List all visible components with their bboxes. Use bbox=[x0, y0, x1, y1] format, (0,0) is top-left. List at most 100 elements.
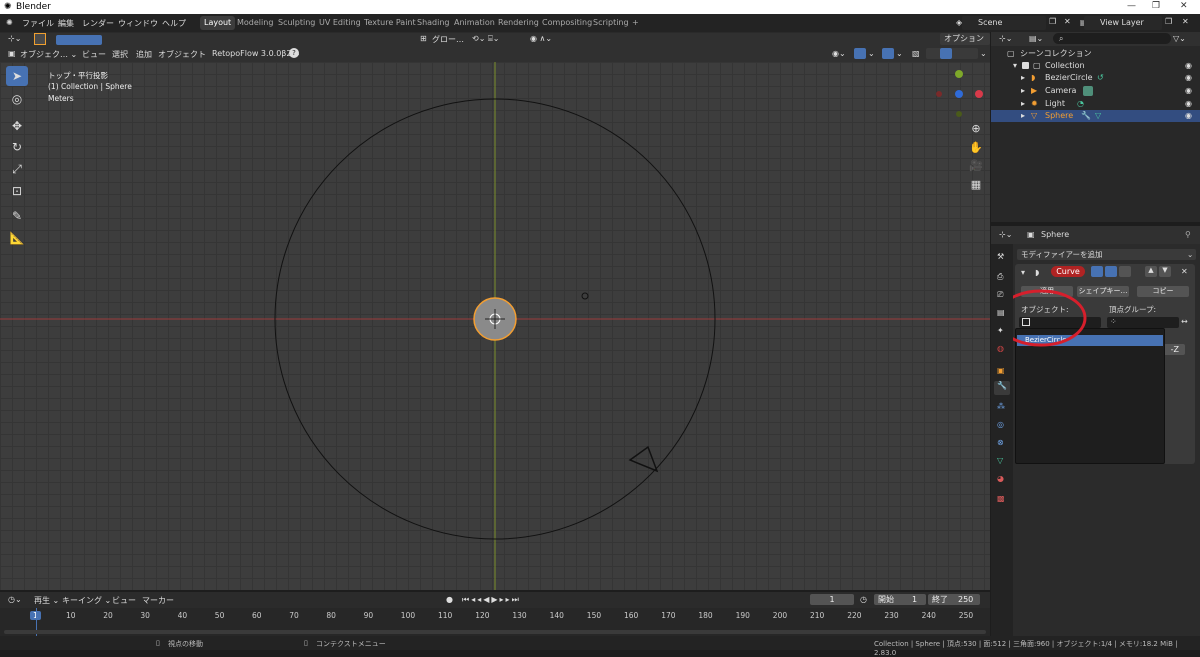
move-down-icon[interactable]: ▼ bbox=[1159, 266, 1171, 277]
timeline-scrollbar[interactable] bbox=[4, 630, 986, 634]
copy-button[interactable]: コピー bbox=[1137, 286, 1189, 297]
properties-editor-type-icon[interactable]: ⊹⌄ bbox=[999, 230, 1012, 239]
tab-layout[interactable]: Layout bbox=[200, 16, 236, 30]
outliner-editor-type-icon[interactable]: ⊹⌄ bbox=[999, 34, 1012, 43]
overlay-dropdown-icon[interactable]: ⌄ bbox=[896, 49, 903, 58]
record-icon[interactable]: ● bbox=[446, 595, 453, 604]
overlay-toggle-icon[interactable] bbox=[882, 48, 894, 59]
eye-icon[interactable]: ◉ bbox=[1185, 110, 1192, 122]
display-mode-icon[interactable]: ▤⌄ bbox=[1029, 34, 1043, 43]
expand-icon[interactable]: ▾ bbox=[1013, 60, 1017, 72]
outliner-item-sphere[interactable]: ▸ ▽ Sphere 🔧 ▽ ◉ bbox=[991, 110, 1200, 122]
timeline-menu-marker[interactable]: マーカー bbox=[142, 595, 174, 606]
delete-scene-icon[interactable]: ✕ bbox=[1064, 17, 1071, 26]
measure-tool-icon[interactable]: 📐 bbox=[6, 228, 28, 248]
pin-icon[interactable]: ⚲ bbox=[1185, 230, 1191, 239]
playback-controls[interactable]: ⏮◂◂◀▶▸▸⏭ bbox=[462, 595, 521, 605]
view-layer-selector[interactable]: View Layer bbox=[1084, 16, 1162, 30]
menu-render[interactable]: レンダー bbox=[82, 18, 114, 29]
outliner-item-beziercircle[interactable]: ▸ ◗ BezierCircle ↺ ◉ bbox=[991, 72, 1200, 84]
menu-file[interactable]: ファイル bbox=[22, 18, 54, 29]
editor-type-icon[interactable]: ⊹⌄ bbox=[8, 34, 21, 43]
tab-animation[interactable]: Animation bbox=[450, 16, 499, 30]
outliner-search-input[interactable]: ⌕ bbox=[1053, 33, 1171, 44]
ortho-grid-icon[interactable]: ▦ bbox=[968, 178, 984, 194]
tool-tab-icon[interactable]: ⚒ bbox=[997, 252, 1004, 261]
particles-tab-icon[interactable]: ⁂ bbox=[997, 402, 1005, 411]
scene-tab-icon[interactable]: ✦ bbox=[997, 326, 1004, 335]
blender-menu-icon[interactable]: ✺ bbox=[6, 18, 13, 27]
edit-mode-toggle-icon[interactable] bbox=[1091, 266, 1103, 277]
transform-tool-icon[interactable]: ⊡ bbox=[6, 181, 28, 201]
modifier-name-field[interactable]: Curve bbox=[1051, 266, 1085, 277]
tab-compositing[interactable]: Compositing bbox=[538, 16, 596, 30]
physics-tab-icon[interactable]: ◎ bbox=[997, 420, 1004, 429]
mode-dropdown[interactable]: オブジェク… ⌄ bbox=[20, 49, 77, 60]
transform-pivot-icon[interactable]: ⊞ bbox=[420, 34, 427, 43]
scene-selector[interactable]: Scene bbox=[962, 16, 1046, 30]
move-up-icon[interactable]: ▲ bbox=[1145, 266, 1157, 277]
remove-modifier-icon[interactable]: ✕ bbox=[1181, 267, 1188, 276]
timeline-menu-view[interactable]: ビュー bbox=[112, 595, 136, 606]
menu-window[interactable]: ウィンドウ bbox=[118, 18, 158, 29]
orientation-dropdown[interactable]: グロー… bbox=[432, 34, 464, 45]
annotate-tool-icon[interactable]: ✎ bbox=[6, 206, 28, 226]
camera-view-icon[interactable]: 🎥 bbox=[968, 159, 984, 175]
menu-help[interactable]: ヘルプ bbox=[162, 18, 186, 29]
selection-mode-buttons[interactable] bbox=[56, 35, 102, 45]
timeline-editor-type-icon[interactable]: ◷⌄ bbox=[8, 595, 22, 604]
material-tab-icon[interactable]: ◕ bbox=[997, 474, 1004, 483]
tab-scripting[interactable]: Scripting bbox=[589, 16, 633, 30]
render-tab-icon[interactable]: ⎙ bbox=[997, 272, 1003, 282]
select-tool-icon[interactable]: ➤ bbox=[6, 66, 28, 86]
viewport-menu-view[interactable]: ビュー bbox=[82, 49, 106, 60]
viewport-menu-object[interactable]: オブジェクト bbox=[158, 49, 206, 60]
timeline[interactable]: 1102030405060708090100110120130140150160… bbox=[0, 608, 990, 636]
constraints-tab-icon[interactable]: ⊗ bbox=[997, 438, 1004, 447]
world-tab-icon[interactable]: ◍ bbox=[997, 344, 1004, 353]
shading-mode-buttons[interactable] bbox=[926, 48, 978, 59]
render-toggle-icon[interactable] bbox=[1119, 266, 1131, 277]
expand-icon[interactable]: ▸ bbox=[1021, 110, 1025, 122]
expand-icon[interactable]: ▸ bbox=[1021, 98, 1025, 110]
gizmo-dropdown-icon[interactable]: ⌄ bbox=[868, 49, 875, 58]
eye-icon[interactable]: ◉ bbox=[1185, 98, 1192, 110]
cursor-tool-icon[interactable]: ◎ bbox=[6, 89, 28, 109]
frame-end-field[interactable]: 終了 250 bbox=[928, 594, 980, 605]
retopoflow-menu[interactable]: RetopoFlow 3.0.0β2 ⌄ bbox=[212, 49, 301, 58]
viewport-menu-add[interactable]: 追加 bbox=[136, 49, 152, 60]
tab-rendering[interactable]: Rendering bbox=[494, 16, 543, 30]
outliner-item-collection[interactable]: ▾ ▢ Collection ◉ bbox=[991, 60, 1200, 72]
modifier-tab-icon[interactable]: 🔧 bbox=[994, 381, 1010, 395]
minimize-icon[interactable]: — bbox=[1127, 1, 1136, 11]
eye-icon[interactable]: ◉ bbox=[1185, 85, 1192, 97]
delete-view-layer-icon[interactable]: ✕ bbox=[1182, 17, 1189, 26]
vertex-group-input[interactable]: ⁘ bbox=[1107, 317, 1179, 328]
current-frame-field[interactable]: 1 bbox=[810, 594, 854, 605]
eye-icon[interactable]: ◉ bbox=[1185, 72, 1192, 84]
timeline-menu-keying[interactable]: キーイング ⌄ bbox=[62, 595, 111, 606]
scale-tool-icon[interactable]: ⤢ bbox=[6, 159, 28, 179]
rotate-tool-icon[interactable]: ↻ bbox=[6, 137, 28, 157]
data-tab-icon[interactable]: ▽ bbox=[997, 456, 1003, 465]
menu-edit[interactable]: 編集 bbox=[58, 18, 74, 29]
help-icon[interactable]: ? bbox=[289, 48, 299, 58]
object-tab-icon[interactable]: ▣ bbox=[997, 366, 1005, 375]
visibility-icon[interactable]: ◉⌄ bbox=[832, 49, 846, 58]
snap-icon[interactable]: ⟲⌄ ⌸⌄ bbox=[472, 34, 499, 44]
pan-hand-icon[interactable]: ✋ bbox=[968, 141, 984, 157]
select-box-tool-icon[interactable] bbox=[34, 33, 46, 45]
eye-icon[interactable]: ◉ bbox=[1185, 60, 1192, 72]
options-dropdown[interactable]: オプション ⌄ bbox=[940, 33, 990, 55]
add-workspace-button[interactable]: + bbox=[628, 16, 643, 30]
expand-icon[interactable]: ▸ bbox=[1021, 85, 1025, 97]
3d-viewport[interactable]: トップ・平行投影 (1) Collection | Sphere Meters bbox=[0, 62, 990, 590]
viewport-toggle-icon[interactable] bbox=[1105, 266, 1117, 277]
invert-icon[interactable]: ↔ bbox=[1181, 317, 1188, 326]
texture-tab-icon[interactable]: ▩ bbox=[997, 494, 1005, 503]
viewport-menu-select[interactable]: 選択 bbox=[112, 49, 128, 60]
frame-start-field[interactable]: 開始 1 bbox=[874, 594, 926, 605]
outliner-item-light[interactable]: ▸ ✹ Light ◔ ◉ bbox=[991, 98, 1200, 110]
checkbox-icon[interactable] bbox=[1022, 62, 1029, 69]
gizmo-toggle-icon[interactable] bbox=[854, 48, 866, 59]
